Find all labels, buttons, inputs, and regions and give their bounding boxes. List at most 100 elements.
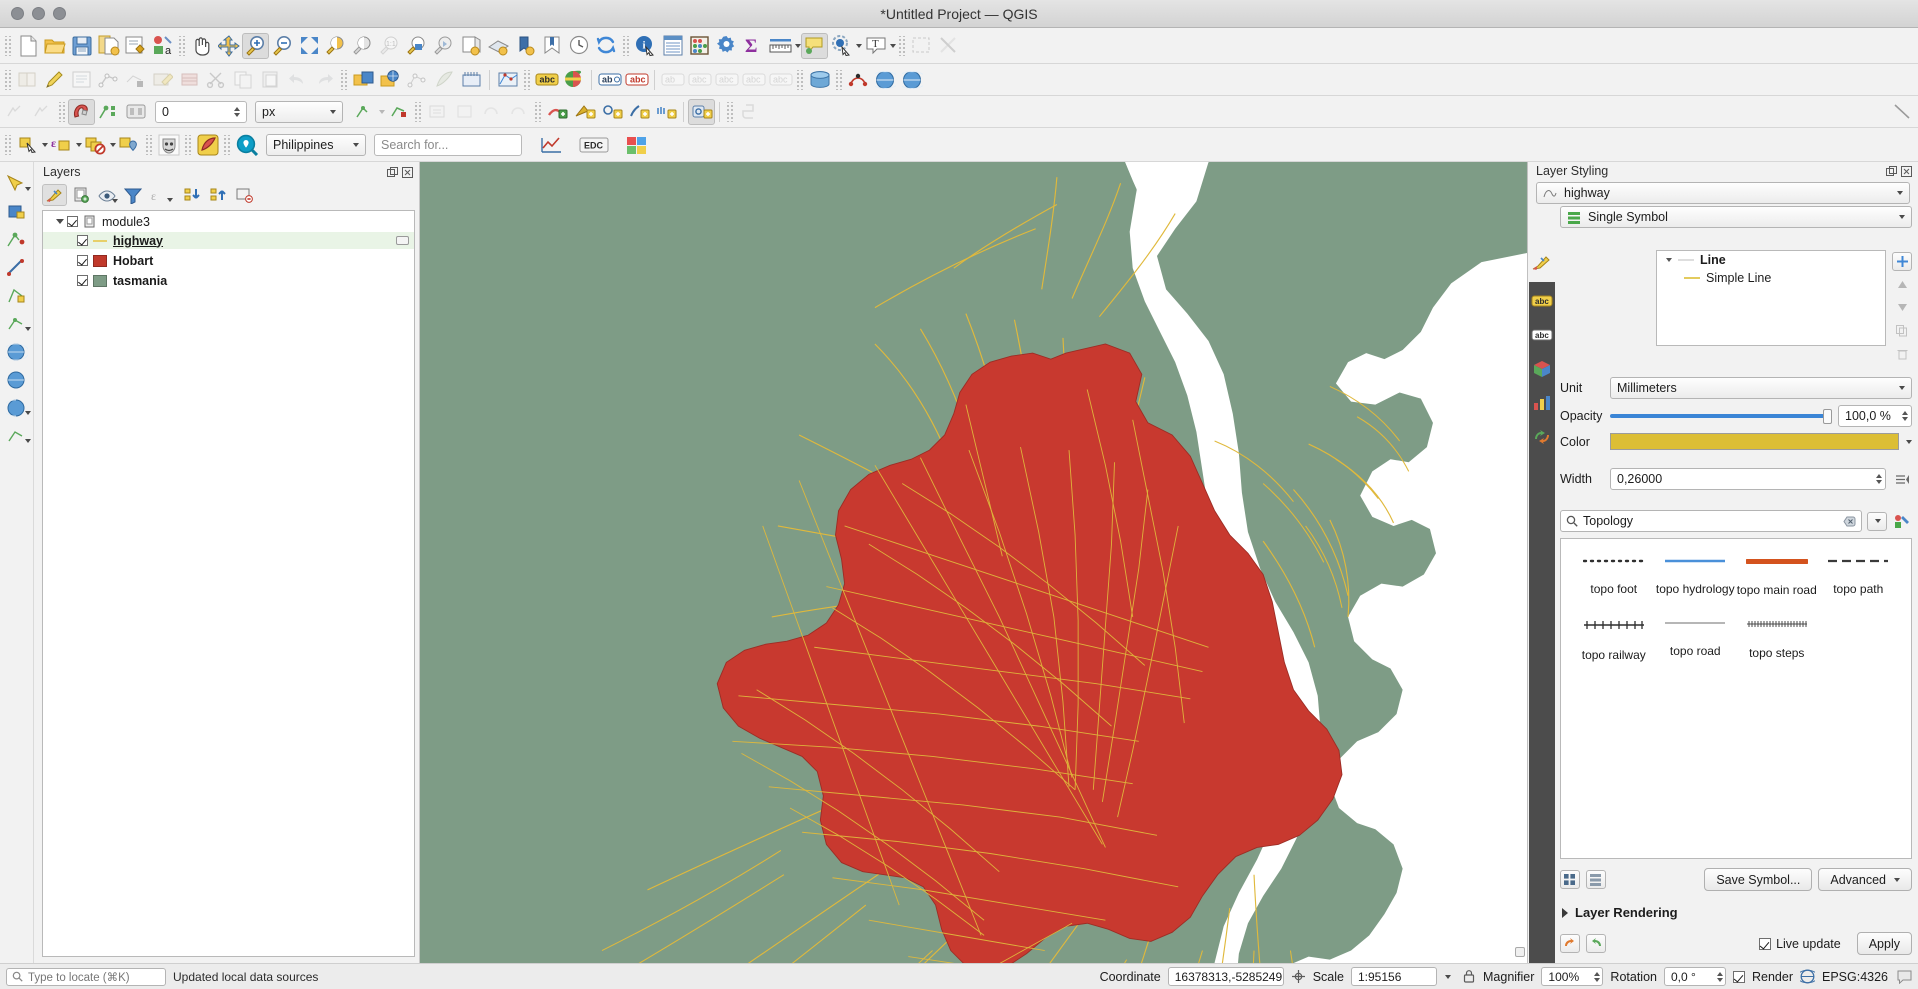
avoid-overlap-button[interactable] xyxy=(351,99,378,125)
edc-icon[interactable]: EDC xyxy=(579,132,609,158)
move-symbol-down-button[interactable] xyxy=(1892,298,1912,317)
zoom-next-button[interactable] xyxy=(431,33,458,59)
layer-rendering-expander[interactable]: Layer Rendering xyxy=(1556,891,1912,920)
info-plugin-icon[interactable] xyxy=(1889,99,1916,125)
measure-rail-button[interactable] xyxy=(2,256,32,279)
group-expand-twisty[interactable] xyxy=(53,219,67,224)
database-icon[interactable] xyxy=(806,67,833,93)
coordinate-value-field[interactable]: 16378313,-5285249 xyxy=(1167,967,1284,986)
filter-expression-icon[interactable]: ε xyxy=(146,184,173,206)
search-input[interactable]: Search for... xyxy=(374,133,522,156)
select-expression-icon[interactable]: ε xyxy=(48,132,75,158)
chevron-down-icon[interactable] xyxy=(24,187,31,191)
add-mesh-layer-icon[interactable] xyxy=(404,67,431,93)
save-project-as-button[interactable] xyxy=(95,33,122,59)
snapping-units-select[interactable]: px xyxy=(255,100,343,123)
vertex-tool-icon[interactable] xyxy=(122,67,149,93)
zoom-to-selection-button[interactable] xyxy=(323,33,350,59)
canvas-resize-handle[interactable] xyxy=(1515,947,1525,957)
layers-tree[interactable]: module3 highway Hobart tasmania xyxy=(42,210,415,957)
group-visibility-checkbox[interactable] xyxy=(67,216,78,227)
globe3-rail-button[interactable] xyxy=(2,396,32,419)
snapping-mode-button[interactable] xyxy=(95,99,122,125)
self-snapping-button[interactable] xyxy=(385,99,412,125)
rotation-spinner[interactable] xyxy=(1716,971,1723,982)
symbol-topo-path[interactable]: topo path xyxy=(1818,557,1900,597)
sigma-icon[interactable]: Σ xyxy=(740,33,767,59)
identify-features-button[interactable]: i xyxy=(632,33,659,59)
lock-geometry-button[interactable] xyxy=(451,99,478,125)
select-features-button[interactable] xyxy=(908,33,935,59)
rotation-value-field[interactable]: 0,0 ° xyxy=(1663,967,1726,986)
remove-layer-button[interactable] xyxy=(232,184,257,206)
open-attribute-table-button[interactable] xyxy=(659,33,686,59)
apply-button[interactable]: Apply xyxy=(1856,932,1912,955)
zoom-in-button[interactable] xyxy=(242,32,269,59)
minimize-window-button[interactable] xyxy=(32,7,45,20)
scale-dropdown-caret[interactable] xyxy=(1445,974,1451,979)
layer-item-hobart[interactable]: Hobart xyxy=(43,252,414,269)
new-bookmark-button[interactable] xyxy=(512,33,539,59)
chevron-down-icon[interactable] xyxy=(24,439,31,443)
scale-value-field[interactable]: 1:95156 xyxy=(1351,967,1437,986)
snapping-grip[interactable] xyxy=(58,101,66,122)
redo-arrow-icon[interactable] xyxy=(311,67,338,93)
toolbar-grip-4[interactable] xyxy=(898,35,906,56)
width-data-defined-button[interactable] xyxy=(1892,470,1912,489)
plugin-grip-c[interactable] xyxy=(726,101,734,122)
label-abc-icon[interactable]: abc xyxy=(533,67,560,93)
toolbar-grip-2[interactable] xyxy=(178,35,186,56)
masks-tab[interactable]: abc xyxy=(1529,322,1555,348)
highway-edit-indicator[interactable] xyxy=(396,236,409,245)
paste-features-icon[interactable] xyxy=(257,67,284,93)
refresh-button[interactable] xyxy=(593,33,620,59)
copy-features-icon[interactable] xyxy=(230,67,257,93)
move-label-icon[interactable]: ab xyxy=(659,67,686,93)
grid-view-icon[interactable] xyxy=(1560,870,1580,889)
collapse-all-button[interactable] xyxy=(206,184,231,206)
enable-snapping-button[interactable] xyxy=(68,98,95,125)
delete-selected-icon[interactable] xyxy=(176,67,203,93)
style-dock-icon[interactable] xyxy=(560,67,587,93)
measure-area-button[interactable] xyxy=(571,99,598,125)
snap-placeholder-1[interactable] xyxy=(2,99,29,125)
symbol-topo-foot[interactable]: topo foot xyxy=(1573,557,1655,597)
duplicate-symbol-button[interactable] xyxy=(1892,321,1912,340)
modify-attributes-icon[interactable] xyxy=(149,67,176,93)
processing-model-icon[interactable] xyxy=(845,67,872,93)
diagram-icon[interactable] xyxy=(1529,390,1555,416)
zoom-full-button[interactable] xyxy=(296,33,323,59)
symbol-search-input[interactable]: Topology xyxy=(1560,510,1862,532)
chevron-down-icon[interactable] xyxy=(24,411,31,415)
text-annotation-button[interactable]: T xyxy=(862,33,889,59)
profile-chart-icon[interactable] xyxy=(538,132,565,158)
layer-item-tasmania[interactable]: tasmania xyxy=(43,272,414,289)
renderer-select[interactable]: Single Symbol xyxy=(1560,206,1912,228)
chevron-down-icon[interactable] xyxy=(112,199,118,203)
circular-tool-button[interactable] xyxy=(505,99,532,125)
measure-line-button[interactable] xyxy=(767,33,794,59)
rotate-tool-button[interactable] xyxy=(478,99,505,125)
globe2-rail-button[interactable] xyxy=(2,368,32,391)
qgis2web-button[interactable] xyxy=(625,99,652,125)
symbol-tree[interactable]: Line Simple Line xyxy=(1656,250,1886,346)
new-print-layout-button[interactable] xyxy=(122,33,149,59)
scale-lock-icon[interactable] xyxy=(1462,969,1476,984)
symbol-gallery[interactable]: topo foot topo hydrology topo main road xyxy=(1560,538,1912,859)
label-options-icon[interactable]: ab xyxy=(596,67,623,93)
window-controls[interactable] xyxy=(0,7,66,20)
width-input[interactable]: 0,26000 xyxy=(1610,468,1886,490)
symbol-node-line[interactable]: Line xyxy=(1657,251,1885,269)
symbol-topo-hydrology[interactable]: topo hydrology xyxy=(1655,557,1737,597)
zoom-out-button[interactable] xyxy=(269,33,296,59)
magnifier-spinner[interactable] xyxy=(1594,971,1601,982)
snap-placeholder-2[interactable] xyxy=(29,99,56,125)
locator-input[interactable]: Type to locate (⌘K) xyxy=(6,967,166,986)
qfield-sync-icon[interactable] xyxy=(194,132,221,158)
snapping-tolerance-input[interactable]: 0 xyxy=(155,100,247,123)
unplaced-labels-icon[interactable]: abc xyxy=(740,67,767,93)
annotation-caret[interactable] xyxy=(890,43,896,48)
grass-button[interactable] xyxy=(652,99,679,125)
render-checkbox[interactable] xyxy=(1732,970,1745,983)
python-icon[interactable] xyxy=(736,99,763,125)
